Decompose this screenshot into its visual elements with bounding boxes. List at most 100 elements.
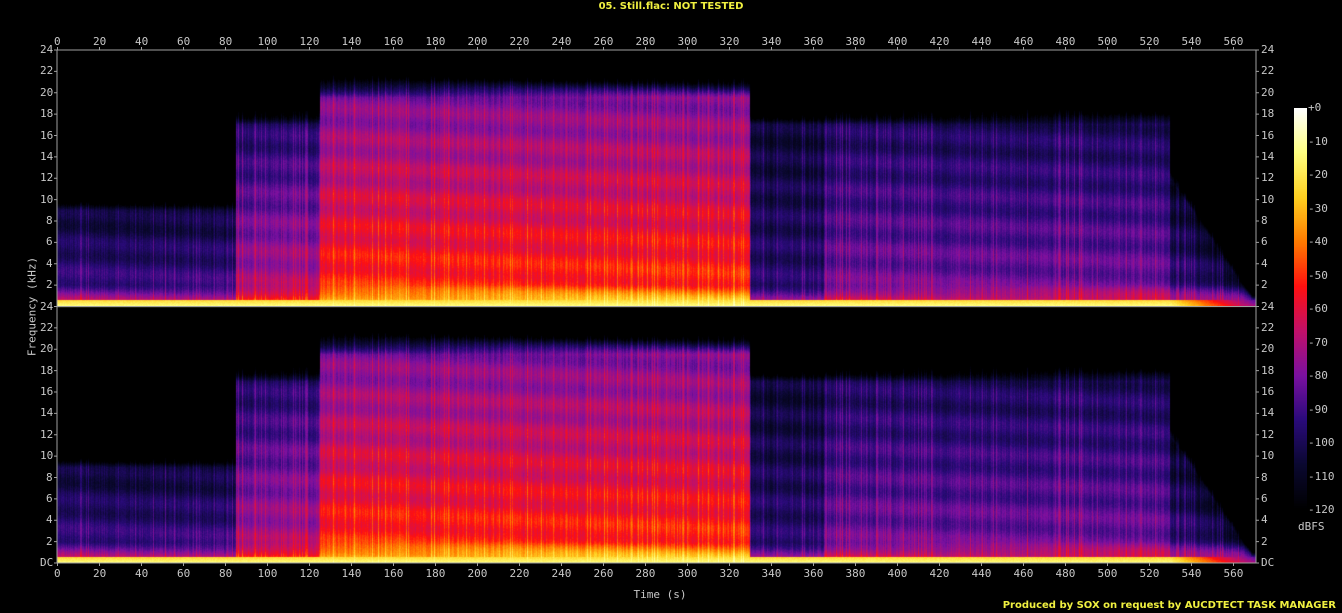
x-tick-label-top: 300 xyxy=(677,35,698,48)
y-tick-label-right: 12 xyxy=(1261,427,1275,441)
x-tick-label-bottom: 400 xyxy=(887,567,908,580)
x-tick-label-top: 180 xyxy=(425,35,446,48)
x-tick-label-top: 260 xyxy=(593,35,614,48)
x-tick-label-bottom: 160 xyxy=(383,567,404,580)
colorbar-tick-label: -30 xyxy=(1308,201,1328,215)
x-tick-label-bottom: 180 xyxy=(425,567,446,580)
y-tick-label-left: 6 xyxy=(46,491,53,505)
x-tick-label-bottom: 260 xyxy=(593,567,614,580)
x-tick-label-top: 440 xyxy=(971,35,992,48)
x-tick-label-bottom: 320 xyxy=(719,567,740,580)
y-tick-label-right: 18 xyxy=(1261,107,1275,121)
x-tick-label-top: 560 xyxy=(1223,35,1244,48)
y-tick-label-left: 16 xyxy=(40,128,54,142)
y-tick-label-left: 4 xyxy=(46,256,53,270)
y-tick-label-right: 20 xyxy=(1261,85,1275,99)
y-tick-label-left: DC xyxy=(40,556,54,569)
x-tick-label-bottom: 120 xyxy=(299,567,320,580)
x-tick-label-top: 280 xyxy=(635,35,656,48)
x-tick-label-top: 400 xyxy=(887,35,908,48)
x-tick-label-top: 480 xyxy=(1055,35,1076,48)
y-tick-label-right: 20 xyxy=(1261,342,1275,356)
y-tick-label-left: 12 xyxy=(40,427,54,441)
y-tick-label-right: 24 xyxy=(1261,299,1275,313)
x-tick-label-bottom: 200 xyxy=(467,567,488,580)
y-tick-label-right: 2 xyxy=(1261,278,1268,292)
y-tick-label-left: 18 xyxy=(40,107,54,121)
colorbar-tick-label: -20 xyxy=(1308,168,1328,181)
x-tick-label-top: 220 xyxy=(509,35,530,48)
x-tick-label-top: 320 xyxy=(719,35,740,48)
x-tick-label-bottom: 440 xyxy=(971,567,992,580)
x-tick-label-top: 120 xyxy=(299,35,320,48)
x-tick-label-top: 140 xyxy=(341,35,362,48)
x-tick-label-bottom: 420 xyxy=(929,567,950,580)
x-tick-label-bottom: 40 xyxy=(135,567,149,580)
axes xyxy=(54,47,1259,566)
y-tick-label-left: 6 xyxy=(46,235,53,249)
colorbar-tick-label: -90 xyxy=(1308,402,1328,416)
x-tick-label-bottom: 20 xyxy=(93,567,107,580)
y-tick-label-left: 24 xyxy=(40,43,54,56)
y-tick-label-left: 10 xyxy=(40,449,54,463)
x-tick-label-bottom: 220 xyxy=(509,567,530,580)
y-tick-label-left: 14 xyxy=(40,406,54,420)
x-tick-label-bottom: 80 xyxy=(219,567,233,580)
colorbar-tick-label: +0 xyxy=(1308,101,1322,114)
colorbar-tick-label: -40 xyxy=(1308,235,1328,248)
x-axis-label: Time (s) xyxy=(633,588,687,601)
y-tick-label-left: 8 xyxy=(46,470,53,484)
x-tick-label-bottom: 140 xyxy=(341,567,362,580)
x-tick-label-bottom: 340 xyxy=(761,567,782,580)
y-tick-label-left: 22 xyxy=(40,320,54,334)
y-tick-label-right: 6 xyxy=(1261,235,1268,249)
colorbar-tick-label: -100 xyxy=(1308,436,1335,449)
x-tick-label-top: 100 xyxy=(257,35,278,48)
x-tick-label-top: 500 xyxy=(1097,35,1118,48)
y-tick-label-left: 4 xyxy=(46,513,53,527)
x-tick-label-bottom: 360 xyxy=(803,567,824,580)
y-tick-label-left: 16 xyxy=(40,385,54,398)
x-tick-label-top: 80 xyxy=(219,35,233,48)
y-tick-label-left: 10 xyxy=(40,192,54,206)
x-tick-label-bottom: 280 xyxy=(635,567,656,580)
x-tick-label-bottom: 540 xyxy=(1181,567,1202,580)
colorbar-tick-label: -50 xyxy=(1308,268,1328,282)
colorbar-tick-label: -10 xyxy=(1308,134,1328,148)
x-tick-label-top: 60 xyxy=(177,35,191,48)
x-tick-label-top: 360 xyxy=(803,35,824,48)
x-tick-label-top: 380 xyxy=(845,35,866,48)
y-tick-label-left: 14 xyxy=(40,149,54,163)
x-tick-label-top: 420 xyxy=(929,35,950,48)
x-tick-label-bottom: 100 xyxy=(257,567,278,580)
y-tick-label-right: 6 xyxy=(1261,491,1268,505)
colorbar-tick-label: -110 xyxy=(1308,469,1335,483)
colorbar xyxy=(1294,108,1307,510)
y-tick-label-right: 4 xyxy=(1261,256,1268,270)
colorbar-tick-label: -120 xyxy=(1308,503,1335,516)
y-tick-label-left: 24 xyxy=(40,299,54,313)
x-tick-label-bottom: 240 xyxy=(551,567,572,580)
x-tick-label-bottom: 300 xyxy=(677,567,698,580)
x-tick-label-bottom: 0 xyxy=(54,567,61,580)
x-tick-label-bottom: 520 xyxy=(1139,567,1160,580)
y-tick-label-right: 10 xyxy=(1261,449,1275,463)
y-tick-label-left: 18 xyxy=(40,363,54,377)
y-tick-label-right: 12 xyxy=(1261,171,1275,185)
x-tick-label-bottom: 460 xyxy=(1013,567,1034,580)
x-tick-label-top: 520 xyxy=(1139,35,1160,48)
y-tick-label-right: 8 xyxy=(1261,470,1268,484)
y-tick-label-right: DC xyxy=(1261,556,1275,569)
colorbar-tick-label: -70 xyxy=(1308,335,1328,349)
colorbar-tick-label: -60 xyxy=(1308,302,1328,315)
x-tick-label-top: 20 xyxy=(93,35,107,48)
x-tick-label-top: 40 xyxy=(135,35,149,48)
y-axis-label: Frequency (kHz) xyxy=(25,256,39,357)
x-tick-label-top: 240 xyxy=(551,35,572,48)
y-tick-label-right: 8 xyxy=(1261,214,1268,227)
y-tick-label-left: 2 xyxy=(46,278,53,292)
y-tick-label-right: 24 xyxy=(1261,43,1275,56)
y-tick-label-left: 20 xyxy=(40,342,54,356)
x-tick-label-bottom: 500 xyxy=(1097,567,1118,580)
y-tick-label-right: 10 xyxy=(1261,192,1275,206)
